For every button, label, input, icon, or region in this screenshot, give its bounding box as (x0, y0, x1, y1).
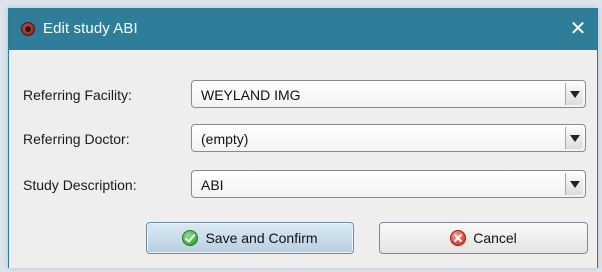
chevron-down-icon[interactable] (565, 173, 583, 195)
edit-study-dialog: Edit study ABI ✕ Referring Facility: WEY… (8, 8, 598, 268)
cancel-button[interactable]: Cancel (379, 222, 588, 254)
save-and-confirm-label: Save and Confirm (205, 230, 318, 246)
save-and-confirm-button[interactable]: Save and Confirm (146, 222, 354, 254)
app-logo-icon (21, 22, 35, 36)
chevron-down-icon[interactable] (565, 83, 583, 105)
study-description-label: Study Description: (23, 177, 137, 193)
referring-facility-row: Referring Facility: WEYLAND IMG (9, 80, 597, 110)
title-bar[interactable]: Edit study ABI ✕ (9, 9, 597, 50)
dialog-title: Edit study ABI (43, 20, 138, 37)
check-circle-icon (182, 230, 199, 246)
close-icon[interactable]: ✕ (565, 16, 591, 42)
referring-doctor-value: (empty) (201, 131, 249, 147)
chevron-down-icon[interactable] (565, 127, 583, 149)
dialog-content: Referring Facility: WEYLAND IMG Referrin… (9, 50, 597, 268)
referring-facility-label: Referring Facility: (23, 87, 132, 103)
referring-facility-value: WEYLAND IMG (201, 87, 301, 103)
referring-doctor-label: Referring Doctor: (23, 131, 130, 147)
referring-doctor-row: Referring Doctor: (empty) (9, 124, 597, 154)
referring-doctor-dropdown[interactable]: (empty) (191, 124, 586, 152)
study-description-row: Study Description: ABI (9, 170, 597, 200)
referring-facility-dropdown[interactable]: WEYLAND IMG (191, 80, 586, 108)
cancel-label: Cancel (473, 230, 517, 246)
cancel-circle-icon (450, 230, 467, 246)
study-description-dropdown[interactable]: ABI (191, 170, 586, 198)
study-description-value: ABI (201, 177, 224, 193)
